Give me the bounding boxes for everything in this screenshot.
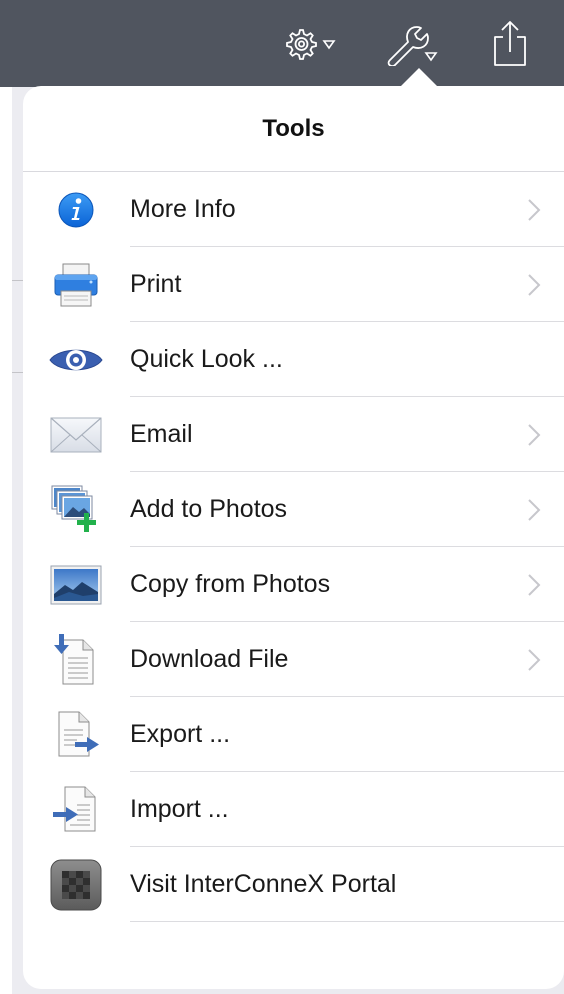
menu-item-print[interactable]: Print: [23, 247, 564, 322]
chevron-right-icon: [528, 573, 541, 596]
wrench-icon: [387, 26, 438, 66]
printer-icon: [49, 258, 103, 312]
menu-item-import[interactable]: Import ...: [23, 772, 564, 847]
menu-item-label: Copy from Photos: [130, 547, 564, 622]
menu-item-add-to-photos[interactable]: Add to Photos: [23, 472, 564, 547]
menu-item-label: Visit InterConneX Portal: [130, 847, 564, 922]
download-file-icon: [49, 633, 103, 687]
chevron-right-icon: [528, 648, 541, 671]
menu-item-label: Add to Photos: [130, 472, 564, 547]
chevron-down-icon: [322, 40, 336, 50]
menu-item-label: Export ...: [130, 697, 564, 772]
menu-item-label: Quick Look ...: [130, 322, 564, 397]
menu-item-download-file[interactable]: Download File: [23, 622, 564, 697]
menu-item-label: Email: [130, 397, 564, 472]
photo-icon: [49, 558, 103, 612]
menu-item-more-info[interactable]: More Info: [23, 172, 564, 247]
chevron-down-icon: [424, 52, 438, 62]
share-icon: [494, 21, 526, 66]
tools-menu: More Info Print Quick Look ... Email Add…: [23, 172, 564, 922]
tools-popover: Tools More Info Print Quick Look ... Ema…: [23, 86, 564, 989]
menu-item-email[interactable]: Email: [23, 397, 564, 472]
settings-button[interactable]: [282, 20, 340, 68]
chevron-right-icon: [528, 198, 541, 221]
chevron-right-icon: [528, 423, 541, 446]
gear-icon: [286, 29, 336, 60]
menu-item-visit-interconnex-portal[interactable]: Visit InterConneX Portal: [23, 847, 564, 922]
chevron-right-icon: [528, 273, 541, 296]
popover-title: Tools: [262, 114, 325, 142]
menu-item-label: More Info: [130, 172, 564, 247]
top-toolbar: [0, 0, 564, 87]
import-icon: [49, 783, 103, 837]
export-icon: [49, 708, 103, 762]
chevron-right-icon: [528, 498, 541, 521]
add-photos-icon: [49, 483, 103, 537]
menu-item-label: Print: [130, 247, 564, 322]
share-button[interactable]: [488, 20, 532, 68]
background-left-strip: [0, 87, 12, 994]
menu-item-label: Import ...: [130, 772, 564, 847]
tools-button[interactable]: [382, 20, 442, 68]
menu-item-export[interactable]: Export ...: [23, 697, 564, 772]
menu-item-label: Download File: [130, 622, 564, 697]
menu-item-quick-look[interactable]: Quick Look ...: [23, 322, 564, 397]
popover-header: Tools: [23, 86, 564, 172]
envelope-icon: [49, 408, 103, 462]
eye-icon: [49, 333, 103, 387]
screen: v .. a a a: [0, 0, 564, 994]
menu-item-copy-from-photos[interactable]: Copy from Photos: [23, 547, 564, 622]
info-icon: [49, 183, 103, 237]
interconnex-portal-icon: [49, 858, 103, 912]
